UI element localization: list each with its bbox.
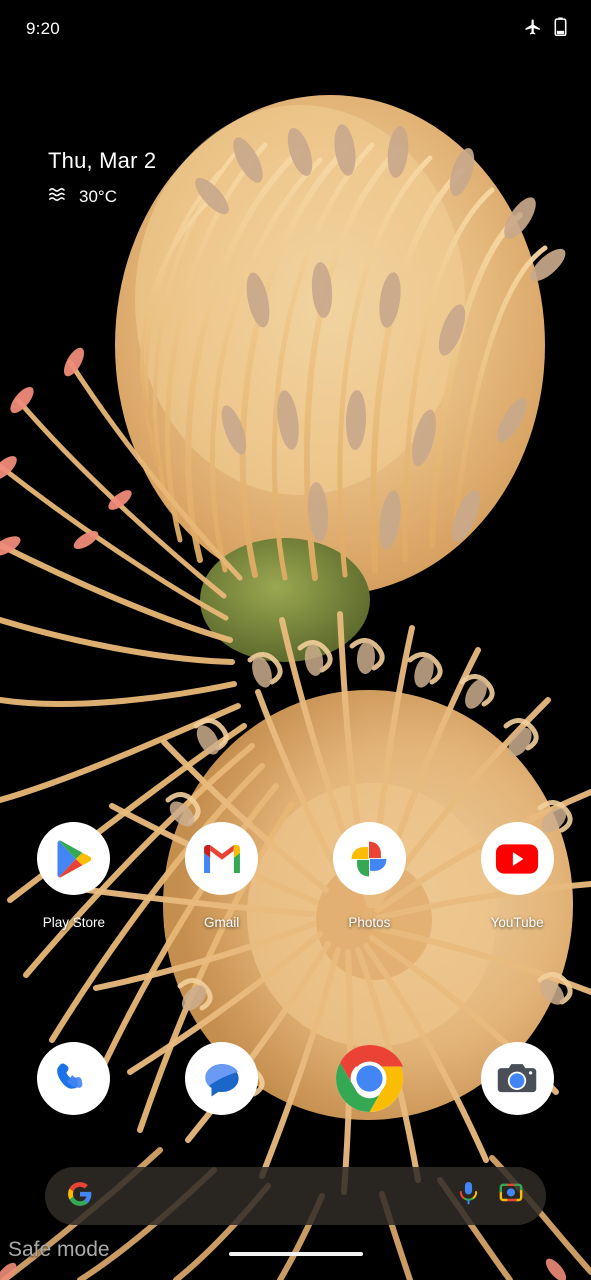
app-label: Photos: [348, 915, 391, 930]
search-input[interactable]: [93, 1167, 457, 1225]
app-label: YouTube: [490, 915, 544, 930]
camera-icon[interactable]: [480, 1042, 554, 1115]
search-actions: [457, 1181, 524, 1211]
youtube-icon[interactable]: [480, 822, 554, 895]
status-bar-icons: [524, 17, 567, 41]
google-lens-icon[interactable]: [498, 1182, 524, 1211]
play-store-icon[interactable]: [37, 822, 111, 895]
dock-item-phone[interactable]: [0, 1042, 148, 1115]
google-g-icon: [67, 1181, 93, 1212]
messages-icon[interactable]: [185, 1042, 259, 1115]
app-item-youtube[interactable]: YouTube: [443, 822, 591, 930]
airplane-mode-icon: [524, 18, 542, 41]
microphone-icon[interactable]: [457, 1181, 480, 1211]
app-grid-row-1: Play Store Gmail Photos YouTube: [0, 822, 591, 930]
haze-icon: [48, 186, 68, 208]
app-item-gmail[interactable]: Gmail: [148, 822, 296, 930]
phone-icon[interactable]: [37, 1042, 111, 1115]
smartspace-date[interactable]: Thu, Mar 2: [48, 148, 156, 174]
google-photos-icon[interactable]: [332, 822, 406, 895]
smartspace-weather[interactable]: 30°C: [48, 186, 156, 208]
battery-icon: [554, 17, 567, 41]
dock: [0, 1042, 591, 1115]
app-label: Play Store: [42, 915, 106, 930]
app-item-play-store[interactable]: Play Store: [0, 822, 148, 930]
dock-item-messages[interactable]: [148, 1042, 296, 1115]
status-bar-clock: 9:20: [26, 19, 60, 38]
app-item-photos[interactable]: Photos: [296, 822, 444, 930]
dock-item-camera[interactable]: [443, 1042, 591, 1115]
smartspace-widget[interactable]: Thu, Mar 2 30°C: [48, 148, 156, 208]
app-label: Gmail: [203, 915, 240, 930]
home-gesture-pill[interactable]: [228, 1252, 363, 1256]
dock-item-chrome[interactable]: [296, 1042, 444, 1115]
google-search-bar[interactable]: [45, 1167, 546, 1225]
safe-mode-label: Safe mode: [8, 1238, 110, 1261]
gmail-icon[interactable]: [185, 822, 259, 895]
smartspace-temperature: 30°C: [79, 187, 117, 206]
status-bar[interactable]: 9:20: [0, 0, 591, 58]
android-home-screen: 9:20 Thu, Mar 2 30°C Play Store Gmail Ph…: [0, 0, 591, 1280]
chrome-icon[interactable]: [333, 1042, 406, 1115]
